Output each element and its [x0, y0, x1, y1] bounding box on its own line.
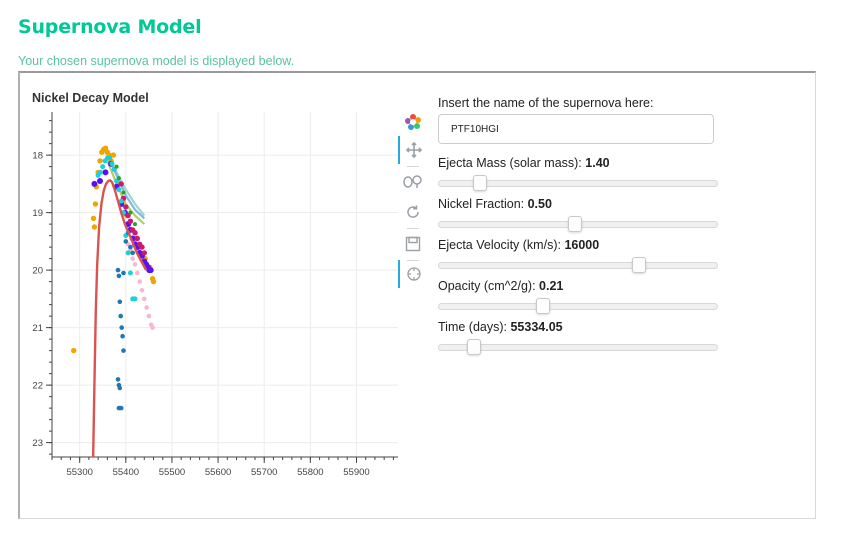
data-point: [125, 250, 131, 256]
data-point: [107, 155, 113, 161]
data-point: [123, 204, 129, 210]
slider-value: 55334.05: [510, 320, 563, 334]
x-tick-label: 55700: [251, 467, 277, 477]
y-tick-label: 20: [32, 266, 43, 277]
data-point: [132, 296, 138, 302]
save-icon[interactable]: [398, 230, 428, 258]
data-point: [97, 169, 103, 175]
slider-handle[interactable]: [536, 298, 551, 314]
x-tick-label: 55600: [205, 467, 231, 477]
data-point: [133, 222, 137, 227]
y-tick-label: 21: [32, 323, 43, 334]
data-point: [134, 235, 140, 242]
reset-icon[interactable]: [398, 198, 428, 226]
x-tick-label: 55300: [66, 467, 92, 477]
data-point: [141, 250, 147, 256]
data-point: [128, 210, 133, 215]
y-tick-label: 18: [32, 151, 43, 162]
data-point: [92, 201, 99, 207]
page-subtitle: Your chosen supernova model is displayed…: [18, 54, 295, 68]
x-tick-label: 55500: [159, 467, 185, 477]
y-tick-label: 22: [32, 381, 43, 392]
data-point: [117, 385, 123, 391]
y-tick-label: 19: [32, 208, 43, 219]
slider-label: Nickel Fraction:: [438, 197, 528, 211]
data-point: [90, 215, 97, 222]
pan-icon[interactable]: [398, 136, 428, 164]
data-point: [132, 262, 138, 267]
supernova-name-label: Insert the name of the supernova here:: [438, 96, 654, 110]
slider-handle[interactable]: [467, 339, 482, 355]
bokeh-logo-icon[interactable]: [398, 108, 428, 136]
model-curve: [91, 179, 148, 457]
x-tick-label: 55900: [343, 467, 369, 477]
data-point: [127, 218, 134, 224]
x-tick-label: 55800: [297, 467, 323, 477]
slider-label: Ejecta Velocity (km/s):: [438, 238, 565, 252]
nickel-decay-chart[interactable]: Nickel Decay Model 55300 55400 55500 55600 55…: [20, 82, 400, 477]
slider-value: 0.50: [527, 197, 552, 211]
y-tick-label: 23: [32, 438, 43, 449]
chart-title: Nickel Decay Model: [32, 91, 149, 105]
slider-handle[interactable]: [472, 175, 487, 191]
data-point: [146, 313, 152, 319]
data-point: [118, 313, 123, 319]
slider-value: 16000: [564, 238, 600, 252]
slider-track[interactable]: [438, 262, 718, 269]
data-point: [123, 239, 129, 244]
data-point: [121, 190, 126, 195]
x-tick-label: 55400: [113, 467, 139, 477]
data-point: [97, 158, 103, 164]
data-point: [120, 333, 125, 339]
data-point: [71, 347, 77, 354]
data-point: [142, 296, 147, 302]
data-point: [91, 224, 98, 230]
data-point: [128, 244, 133, 250]
data-point: [147, 267, 154, 274]
data-point: [100, 164, 106, 170]
data-point: [135, 270, 140, 276]
data-point: [116, 176, 121, 181]
data-point: [115, 267, 121, 273]
slider-handle[interactable]: [632, 257, 647, 273]
data-point: [139, 244, 145, 250]
data-point: [114, 164, 119, 169]
supernova-name-input[interactable]: [438, 114, 714, 144]
data-point: [139, 288, 145, 293]
data-point: [132, 230, 138, 236]
data-point: [144, 305, 149, 310]
data-point: [130, 256, 135, 261]
data-point: [121, 348, 126, 353]
slider-value: 1.40: [585, 156, 610, 170]
slider-track[interactable]: [438, 303, 718, 310]
data-point: [102, 169, 109, 176]
data-point: [137, 279, 142, 284]
data-point: [150, 325, 155, 330]
data-point: [150, 278, 157, 285]
data-point: [118, 405, 124, 411]
data-point: [91, 180, 98, 187]
data-point: [119, 325, 124, 330]
box-zoom-icon[interactable]: [398, 168, 428, 196]
slider-label: Ejecta Mass (solar mass):: [438, 156, 586, 170]
data-point: [118, 181, 124, 187]
data-point: [109, 161, 115, 167]
data-point: [116, 273, 122, 279]
data-point: [127, 270, 133, 276]
data-point: [97, 178, 103, 184]
data-point: [130, 250, 135, 256]
data-point: [121, 270, 126, 276]
slider-value: 0.21: [539, 279, 564, 293]
data-point: [116, 187, 122, 193]
slider-label: Time (days):: [438, 320, 511, 334]
slider-label: Opacity (cm^2/g):: [438, 279, 540, 293]
hover-icon[interactable]: [398, 260, 428, 288]
data-point: [115, 377, 121, 382]
page-title: Supernova Model: [18, 16, 202, 38]
slider-handle[interactable]: [568, 216, 583, 232]
data-point: [117, 299, 123, 305]
